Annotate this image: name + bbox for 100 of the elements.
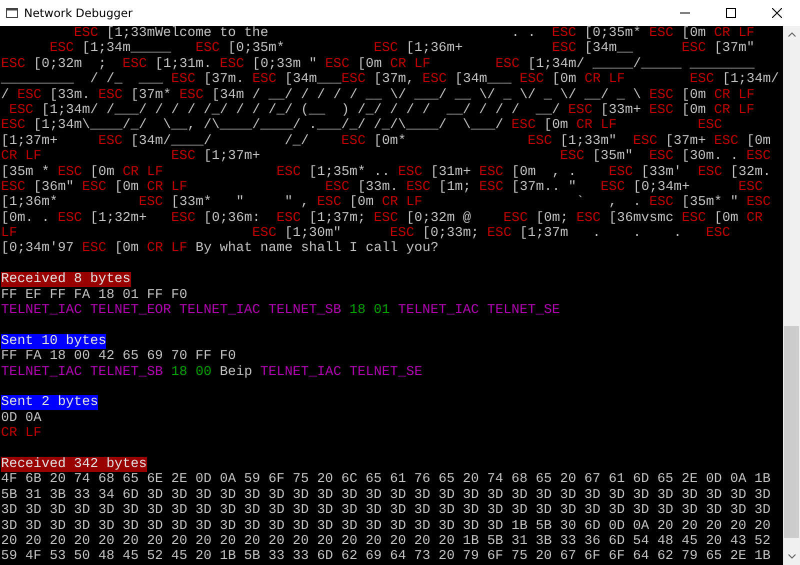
scroll-thumb[interactable] bbox=[784, 326, 799, 538]
console-text: [1;34m\____/_/ \__, /\____/____/ .___/_/ /_/\____/ \___/ bbox=[33, 118, 504, 134]
control-code: ESC bbox=[738, 180, 763, 195]
console-text: [0m bbox=[114, 180, 139, 195]
hex-dump: 20 20 20 20 20 20 20 20 20 20 20 20 20 20 20 20 20 20 20 1B 5B 31 3B 33 36 6D 54 48 45 20 43 52 bbox=[1, 534, 771, 549]
hex-dump: 5B 31 3B 33 34 6D 3D 3D 3D 3D 3D 3D 3D 3D 3D 3D 3D 3D 3D 3D 3D 3D 3D 3D 3D 3D 3D 3D 3D 3D 3D 3D bbox=[1, 488, 771, 503]
console-text: [1;34m/ _____/_____ ________ bbox=[528, 56, 755, 72]
control-code: ESC bbox=[600, 180, 625, 195]
telnet-command: TELNET_IAC TELNET_SE bbox=[260, 364, 422, 380]
console-text: [34m/____/ /_/ bbox=[130, 134, 309, 149]
control-code: ESC bbox=[503, 210, 528, 226]
control-code: ESC bbox=[487, 226, 512, 242]
control-code: ESC bbox=[552, 26, 576, 41]
control-code: CR LF bbox=[714, 26, 755, 41]
console-text: [35m" bbox=[592, 149, 633, 164]
control-code: ESC bbox=[568, 102, 592, 118]
hex-dump: 3D 3D 3D 3D 3D 3D 3D 3D 3D 3D 3D 3D 3D 3D 3D 3D 3D 3D 3D 3D 3D 3D 3D 3D 3D 3D 3D 3D 3D 3D 3D 3D bbox=[1, 503, 771, 518]
console-text: [35m* " bbox=[682, 195, 738, 210]
hex-dump: 0D 0A bbox=[1, 410, 42, 426]
console-text: [0;32m @ bbox=[406, 210, 471, 226]
control-code: ESC bbox=[633, 134, 658, 149]
console-text: [37m. bbox=[204, 72, 244, 88]
console-text: [33m. bbox=[50, 88, 90, 103]
control-code: CR bbox=[746, 210, 763, 226]
console-text: [34m___ bbox=[284, 72, 342, 88]
console-text: [33m+ bbox=[600, 102, 642, 118]
control-code: ESC bbox=[576, 210, 601, 226]
console-text: [1;31m. bbox=[154, 56, 212, 72]
console-text: [1;36m* bbox=[1, 195, 58, 210]
control-code: CR LF bbox=[382, 195, 422, 210]
control-code: ESC bbox=[390, 226, 414, 242]
control-code: ESC bbox=[649, 26, 674, 41]
control-code: CR LF bbox=[576, 118, 617, 134]
control-code: ESC bbox=[746, 149, 771, 164]
control-code: CR LF bbox=[584, 72, 625, 88]
console-text: [0;35m* bbox=[584, 26, 642, 41]
console-text: [1;36m+ bbox=[406, 41, 463, 56]
control-code: ESC bbox=[714, 134, 738, 149]
control-code: ESC bbox=[58, 164, 82, 180]
console-text: [1;37m . . . bbox=[520, 226, 682, 242]
console-text: [1;37m+ bbox=[1, 134, 58, 149]
control-code: ESC bbox=[552, 41, 576, 56]
control-code: ESC bbox=[398, 164, 422, 180]
control-code: ESC bbox=[560, 149, 584, 164]
control-code: ESC bbox=[479, 180, 504, 195]
control-code: ESC bbox=[495, 56, 520, 72]
console-text: [0;34m'97 bbox=[1, 241, 74, 256]
hex-dump: 3D 3D 3D 3D 3D 3D 3D 3D 3D 3D 3D 3D 3D 3D 3D 3D 3D 3D 3D 3D 3D 1B 5B 30 6D 0D 0A 20 20 20 20 20 bbox=[1, 518, 771, 534]
control-code: ESC bbox=[82, 241, 106, 256]
control-code: ESC bbox=[511, 118, 536, 134]
control-code: ESC bbox=[528, 134, 552, 149]
byte-value: 18 00 bbox=[171, 364, 212, 380]
control-code: ESC bbox=[682, 210, 706, 226]
console-text: [33m* " " , bbox=[171, 195, 309, 210]
control-code: ESC bbox=[374, 210, 398, 226]
console-text: [0m bbox=[552, 72, 576, 88]
telnet-command: TELNET_IAC TELNET_SB bbox=[1, 364, 164, 380]
control-code: CR LF bbox=[714, 102, 755, 118]
control-code: ESC bbox=[1, 56, 26, 72]
console-text: [0m bbox=[544, 118, 568, 134]
control-code: ESC bbox=[276, 164, 301, 180]
control-code: ESC bbox=[171, 149, 196, 164]
console-text: [37m+ bbox=[665, 134, 706, 149]
console-text: [1;33mWelcome to the . . bbox=[106, 26, 536, 41]
control-code: ESC bbox=[252, 226, 276, 242]
console-text: [0m bbox=[714, 210, 738, 226]
control-code: CR LF bbox=[714, 88, 755, 103]
console-text: [1;34m/ /___/ / / / /_/ / / /_/ (__ ) /_/ / / / __/ / / / __/ bbox=[42, 102, 560, 118]
console-text: [1;34m_____ bbox=[82, 41, 172, 56]
hex-dump: 59 4F 53 50 48 45 52 45 20 1B 5B 33 33 6D 62 69 64 73 20 79 6F 75 20 67 6F 6F 64 62 79 65 2E 1B bbox=[1, 549, 771, 564]
console-text: [0m bbox=[746, 134, 771, 149]
console-text: [0;32m ; bbox=[33, 56, 106, 72]
control-code: ESC bbox=[341, 134, 366, 149]
control-code: CR LF bbox=[390, 56, 430, 72]
control-code: CR LF bbox=[1, 149, 42, 164]
control-code: CR LF bbox=[146, 241, 188, 256]
console-text: [0m bbox=[90, 164, 114, 180]
console-text: [0m* bbox=[374, 134, 406, 149]
console-text: [34m__ bbox=[584, 41, 634, 56]
control-code: ESC bbox=[698, 118, 722, 134]
console-text: [0;35m* bbox=[228, 41, 285, 56]
console-text: [1m; bbox=[438, 180, 472, 195]
console-text: [0;33m " bbox=[252, 56, 318, 72]
console-text: [1;30m" bbox=[284, 226, 342, 242]
console-text: [0m bbox=[114, 241, 139, 256]
console-text: [0;34m+ bbox=[633, 180, 690, 195]
console-text: [36mvsmc bbox=[608, 210, 674, 226]
control-code: ESC bbox=[171, 72, 196, 88]
scrollbar[interactable] bbox=[783, 26, 800, 565]
control-code: LF bbox=[1, 226, 18, 242]
control-code: ESC bbox=[122, 56, 147, 72]
console-text: [0m. . bbox=[1, 210, 50, 226]
console-text: [34m___ bbox=[454, 72, 512, 88]
control-code: ESC bbox=[706, 226, 730, 242]
control-code: ESC bbox=[746, 195, 771, 210]
window-title: Network Debugger bbox=[24, 6, 134, 20]
console-text: [1;34m/ bbox=[722, 72, 779, 88]
console-text: [33m' bbox=[641, 164, 682, 180]
control-code: ESC bbox=[649, 195, 674, 210]
control-code: ESC bbox=[698, 164, 722, 180]
